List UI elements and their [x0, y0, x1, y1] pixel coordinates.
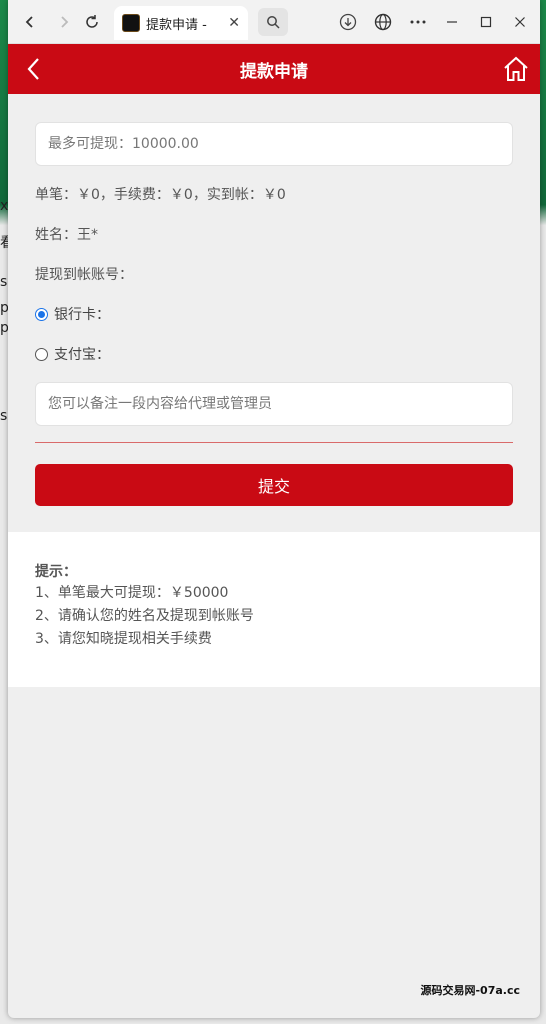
minimize-icon[interactable]: [438, 8, 466, 36]
tip-item: 1、单笔最大可提现：￥50000: [35, 585, 229, 601]
browser-toolbar: 提款申请 - ✕: [8, 0, 540, 44]
remark-input[interactable]: [35, 382, 513, 426]
option-bank-card[interactable]: 银行卡：: [35, 304, 513, 324]
tip-item: 3、请您知晓提现相关手续费: [35, 631, 212, 647]
withdraw-form: 单笔：￥0，手续费：￥0，实到帐：￥0 姓名：王* 提现到帐账号： 银行卡： 支…: [8, 94, 540, 532]
fee-summary: 单笔：￥0，手续费：￥0，实到帐：￥0: [35, 187, 286, 203]
download-icon[interactable]: [334, 8, 362, 36]
option-alipay-label: 支付宝：: [54, 347, 110, 363]
tip-item: 2、请确认您的姓名及提现到帐账号: [35, 608, 254, 624]
close-icon[interactable]: [506, 8, 534, 36]
radio-bank-card[interactable]: [35, 307, 48, 321]
forward-icon[interactable]: [50, 8, 78, 36]
tab-title: 提款申请 -: [146, 17, 207, 33]
option-bank-card-label: 银行卡：: [54, 307, 110, 323]
site-favicon-icon: [122, 14, 140, 32]
reload-icon[interactable]: [78, 8, 106, 36]
back-icon[interactable]: [16, 8, 44, 36]
browser-tab[interactable]: 提款申请 - ✕: [114, 6, 248, 40]
amount-input[interactable]: [35, 122, 513, 166]
more-icon[interactable]: [404, 8, 432, 36]
tips-title: 提示：: [35, 564, 77, 580]
app-header: 提款申请: [8, 44, 540, 94]
globe-icon[interactable]: [369, 8, 397, 36]
divider: [35, 442, 513, 443]
option-alipay[interactable]: 支付宝：: [35, 344, 513, 364]
account-name: 姓名：王*: [35, 227, 98, 243]
tips-panel: 提示： 1、单笔最大可提现：￥50000 2、请确认您的姓名及提现到帐账号 3、…: [8, 532, 540, 687]
account-label: 提现到帐账号：: [35, 267, 133, 283]
search-icon[interactable]: [258, 8, 288, 36]
back-icon[interactable]: [22, 56, 48, 82]
page-title: 提款申请: [240, 61, 308, 82]
radio-alipay[interactable]: [35, 347, 48, 361]
submit-button[interactable]: 提交: [35, 464, 513, 506]
close-icon[interactable]: ✕: [228, 15, 240, 31]
watermark: 源码交易网-07a.cc: [420, 984, 520, 997]
home-icon[interactable]: [502, 55, 530, 83]
browser-window: 提款申请 - ✕ 提款申请 最多可提现：10000.00 单笔：￥0，手续费：￥…: [8, 0, 540, 1018]
maximize-icon[interactable]: [472, 8, 500, 36]
